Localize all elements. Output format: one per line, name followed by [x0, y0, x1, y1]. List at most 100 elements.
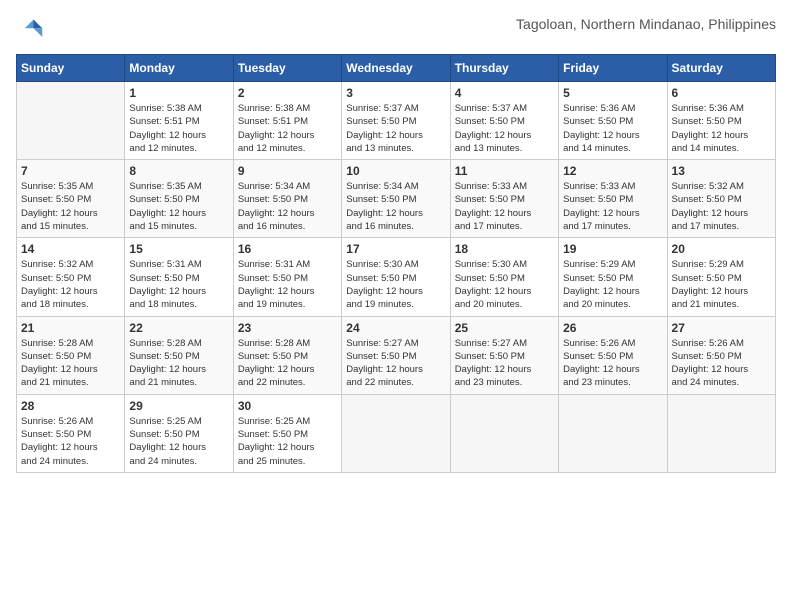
day-number: 25: [455, 321, 554, 335]
day-number: 17: [346, 242, 445, 256]
table-cell: 11Sunrise: 5:33 AM Sunset: 5:50 PM Dayli…: [450, 160, 558, 238]
day-info: Sunrise: 5:26 AM Sunset: 5:50 PM Dayligh…: [672, 337, 771, 390]
header-monday: Monday: [125, 55, 233, 82]
day-info: Sunrise: 5:35 AM Sunset: 5:50 PM Dayligh…: [21, 180, 120, 233]
table-cell: 27 Sunrise: 5:26 AM Sunset: 5:50 PM Dayli…: [667, 316, 775, 394]
day-number: 6: [672, 86, 771, 100]
day-number: 12: [563, 164, 662, 178]
calendar-table: SundayMondayTuesdayWednesdayThursdayFrid…: [16, 54, 776, 473]
day-info: Sunrise: 5:37 AM Sunset: 5:50 PM Dayligh…: [346, 102, 445, 155]
day-info: Sunrise: 5:30 AM Sunset: 5:50 PM Dayligh…: [346, 258, 445, 311]
table-cell: 20 Sunrise: 5:29 AM Sunset: 5:50 PM Dayli…: [667, 238, 775, 316]
table-cell: 23Sunrise: 5:28 AM Sunset: 5:50 PM Dayli…: [233, 316, 341, 394]
day-number: 18: [455, 242, 554, 256]
day-number: 14: [21, 242, 120, 256]
table-cell: 5 Sunrise: 5:36 AM Sunset: 5:50 PM Daylig…: [559, 82, 667, 160]
day-number: 10: [346, 164, 445, 178]
day-info: Sunrise: 5:26 AM Sunset: 5:50 PM Dayligh…: [563, 337, 662, 390]
day-info: Sunrise: 5:36 AM Sunset: 5:50 PM Dayligh…: [672, 102, 771, 155]
day-info: Sunrise: 5:37 AM Sunset: 5:50 PM Dayligh…: [455, 102, 554, 155]
day-number: 2: [238, 86, 337, 100]
table-cell: 12 Sunrise: 5:33 AM Sunset: 5:50 PM Dayli…: [559, 160, 667, 238]
day-number: 16: [238, 242, 337, 256]
table-cell: 26 Sunrise: 5:26 AM Sunset: 5:50 PM Dayli…: [559, 316, 667, 394]
week-row-4: 21 Sunrise: 5:28 AM Sunset: 5:50 PM Dayli…: [17, 316, 776, 394]
day-info: Sunrise: 5:28 AM Sunset: 5:50 PM Dayligh…: [129, 337, 228, 390]
day-info: Sunrise: 5:25 AM Sunset: 5:50 PM Dayligh…: [238, 415, 337, 468]
header: Tagoloan, Northern Mindanao, Philippines: [16, 16, 776, 44]
day-info: Sunrise: 5:29 AM Sunset: 5:50 PM Dayligh…: [563, 258, 662, 311]
table-cell: [342, 394, 450, 472]
table-cell: 14Sunrise: 5:32 AM Sunset: 5:50 PM Dayli…: [17, 238, 125, 316]
table-cell: 3 Sunrise: 5:37 AM Sunset: 5:50 PM Daylig…: [342, 82, 450, 160]
day-number: 11: [455, 164, 554, 178]
day-info: Sunrise: 5:31 AM Sunset: 5:50 PM Dayligh…: [238, 258, 337, 311]
header-saturday: Saturday: [667, 55, 775, 82]
week-row-3: 14Sunrise: 5:32 AM Sunset: 5:50 PM Dayli…: [17, 238, 776, 316]
day-number: 9: [238, 164, 337, 178]
day-number: 7: [21, 164, 120, 178]
table-cell: 15 Sunrise: 5:31 AM Sunset: 5:50 PM Dayli…: [125, 238, 233, 316]
day-info: Sunrise: 5:27 AM Sunset: 5:50 PM Dayligh…: [346, 337, 445, 390]
table-cell: 18 Sunrise: 5:30 AM Sunset: 5:50 PM Dayli…: [450, 238, 558, 316]
week-row-1: 1 Sunrise: 5:38 AM Sunset: 5:51 PM Daylig…: [17, 82, 776, 160]
week-row-5: 28Sunrise: 5:26 AM Sunset: 5:50 PM Dayli…: [17, 394, 776, 472]
day-number: 26: [563, 321, 662, 335]
day-number: 30: [238, 399, 337, 413]
day-info: Sunrise: 5:35 AM Sunset: 5:50 PM Dayligh…: [129, 180, 228, 233]
table-cell: [450, 394, 558, 472]
day-number: 4: [455, 86, 554, 100]
day-number: 28: [21, 399, 120, 413]
day-number: 13: [672, 164, 771, 178]
day-number: 15: [129, 242, 228, 256]
table-cell: 2Sunrise: 5:38 AM Sunset: 5:51 PM Daylig…: [233, 82, 341, 160]
table-cell: 30 Sunrise: 5:25 AM Sunset: 5:50 PM Dayli…: [233, 394, 341, 472]
day-number: 29: [129, 399, 228, 413]
day-number: 27: [672, 321, 771, 335]
location-title: Tagoloan, Northern Mindanao, Philippines: [516, 16, 776, 32]
table-cell: 9 Sunrise: 5:34 AM Sunset: 5:50 PM Daylig…: [233, 160, 341, 238]
day-info: Sunrise: 5:34 AM Sunset: 5:50 PM Dayligh…: [346, 180, 445, 233]
day-info: Sunrise: 5:25 AM Sunset: 5:50 PM Dayligh…: [129, 415, 228, 468]
day-info: Sunrise: 5:30 AM Sunset: 5:50 PM Dayligh…: [455, 258, 554, 311]
table-cell: 29 Sunrise: 5:25 AM Sunset: 5:50 PM Dayli…: [125, 394, 233, 472]
day-info: Sunrise: 5:31 AM Sunset: 5:50 PM Dayligh…: [129, 258, 228, 311]
week-row-2: 7 Sunrise: 5:35 AM Sunset: 5:50 PM Daylig…: [17, 160, 776, 238]
table-cell: 16 Sunrise: 5:31 AM Sunset: 5:50 PM Dayli…: [233, 238, 341, 316]
table-cell: 1 Sunrise: 5:38 AM Sunset: 5:51 PM Daylig…: [125, 82, 233, 160]
table-cell: 22 Sunrise: 5:28 AM Sunset: 5:50 PM Dayli…: [125, 316, 233, 394]
header-tuesday: Tuesday: [233, 55, 341, 82]
logo-icon: [16, 16, 44, 44]
table-cell: 21Sunrise: 5:28 AM Sunset: 5:50 PM Dayli…: [17, 316, 125, 394]
day-number: 22: [129, 321, 228, 335]
day-info: Sunrise: 5:29 AM Sunset: 5:50 PM Dayligh…: [672, 258, 771, 311]
day-number: 21: [21, 321, 120, 335]
day-info: Sunrise: 5:28 AM Sunset: 5:50 PM Dayligh…: [238, 337, 337, 390]
day-number: 1: [129, 86, 228, 100]
table-cell: [17, 82, 125, 160]
day-number: 5: [563, 86, 662, 100]
table-cell: 24 Sunrise: 5:27 AM Sunset: 5:50 PM Dayli…: [342, 316, 450, 394]
day-number: 8: [129, 164, 228, 178]
table-cell: 19 Sunrise: 5:29 AM Sunset: 5:50 PM Dayli…: [559, 238, 667, 316]
header-wednesday: Wednesday: [342, 55, 450, 82]
header-thursday: Thursday: [450, 55, 558, 82]
table-cell: 4 Sunrise: 5:37 AM Sunset: 5:50 PM Daylig…: [450, 82, 558, 160]
table-cell: 8 Sunrise: 5:35 AM Sunset: 5:50 PM Daylig…: [125, 160, 233, 238]
day-number: 19: [563, 242, 662, 256]
day-info: Sunrise: 5:34 AM Sunset: 5:50 PM Dayligh…: [238, 180, 337, 233]
header-friday: Friday: [559, 55, 667, 82]
table-cell: 28Sunrise: 5:26 AM Sunset: 5:50 PM Dayli…: [17, 394, 125, 472]
table-cell: [559, 394, 667, 472]
day-number: 3: [346, 86, 445, 100]
day-info: Sunrise: 5:33 AM Sunset: 5:50 PM Dayligh…: [563, 180, 662, 233]
title-area: Tagoloan, Northern Mindanao, Philippines: [516, 16, 776, 32]
table-cell: 13 Sunrise: 5:32 AM Sunset: 5:50 PM Dayli…: [667, 160, 775, 238]
day-number: 24: [346, 321, 445, 335]
header-sunday: Sunday: [17, 55, 125, 82]
table-cell: 17 Sunrise: 5:30 AM Sunset: 5:50 PM Dayli…: [342, 238, 450, 316]
day-info: Sunrise: 5:32 AM Sunset: 5:50 PM Dayligh…: [672, 180, 771, 233]
day-info: Sunrise: 5:36 AM Sunset: 5:50 PM Dayligh…: [563, 102, 662, 155]
day-number: 20: [672, 242, 771, 256]
day-info: Sunrise: 5:38 AM Sunset: 5:51 PM Dayligh…: [129, 102, 228, 155]
